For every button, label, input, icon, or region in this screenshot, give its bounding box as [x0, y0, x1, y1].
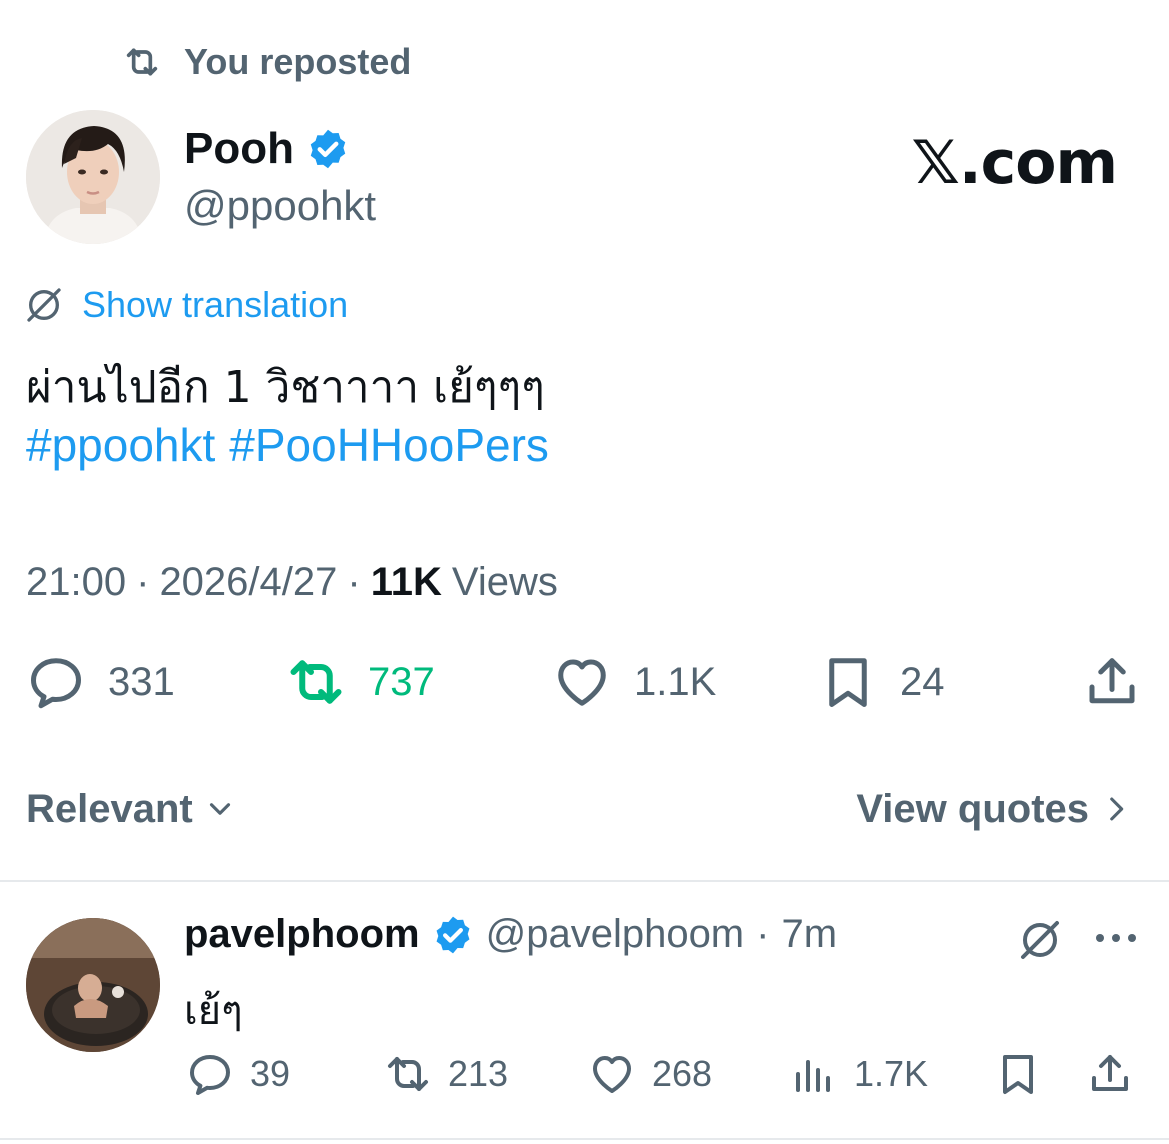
section-divider	[0, 880, 1169, 882]
relevant-sort-label[interactable]: Relevant	[26, 787, 193, 832]
reply-author-avatar[interactable]	[26, 918, 160, 1052]
tweet-detail-page: You reposted Pooh @ppoohkt 𝕏.com Show tr…	[0, 0, 1169, 1144]
separator: ·	[347, 560, 361, 604]
view-quotes-link[interactable]: View quotes	[856, 787, 1133, 832]
author-handle[interactable]: @ppoohkt	[184, 182, 376, 230]
reply-icon	[31, 658, 81, 709]
analytics-icon	[796, 1060, 830, 1092]
separator: ·	[756, 912, 770, 956]
repost-button[interactable]: 737	[286, 652, 435, 712]
reply-reply-count: 39	[250, 1053, 291, 1094]
translate-icon[interactable]	[1016, 916, 1064, 964]
tweet-text: ผ่านไปอีก 1 วิชาาาา เย้ๆๆๆ	[26, 362, 545, 413]
reply-button[interactable]: 331	[26, 652, 175, 712]
share-icon	[1089, 658, 1135, 704]
repost-banner-label: You reposted	[184, 41, 412, 82]
reply-repost-count: 213	[448, 1053, 509, 1094]
repost-count: 737	[368, 659, 435, 704]
reply-count: 331	[108, 659, 175, 704]
chevron-down-icon	[209, 803, 230, 815]
like-button[interactable]: 1.1K	[552, 652, 716, 712]
reply-divider	[0, 1138, 1169, 1140]
repost-icon	[290, 660, 342, 704]
reply-repost-button[interactable]: 213	[384, 1050, 508, 1098]
share-button[interactable]	[1082, 652, 1142, 712]
reply-like-button[interactable]: 268	[588, 1050, 712, 1098]
more-options-icon[interactable]	[1092, 930, 1140, 946]
show-translation-label[interactable]: Show translation	[82, 284, 348, 326]
bookmark-icon	[829, 658, 867, 707]
show-translation-link[interactable]: Show translation	[24, 284, 348, 326]
reply-like-count: 268	[652, 1053, 713, 1094]
author-name[interactable]: Pooh	[184, 124, 350, 174]
hashtag-link[interactable]: #ppoohkt	[26, 418, 215, 472]
author-name-text[interactable]: Pooh	[184, 124, 294, 174]
separator: ·	[136, 560, 150, 604]
verified-badge-icon	[310, 129, 346, 169]
view-quotes-label[interactable]: View quotes	[856, 787, 1089, 832]
tweet-meta: 21:00 · 2026/4/27 · 11K Views	[26, 560, 558, 605]
reply-views-count: 1.7K	[854, 1053, 929, 1094]
repost-icon	[126, 48, 158, 76]
tweet-date[interactable]: 2026/4/27	[159, 560, 337, 605]
reply-views-button[interactable]: 1.7K	[790, 1050, 928, 1098]
reply-time[interactable]: 7m	[781, 912, 837, 957]
reply-bookmark-button[interactable]	[994, 1050, 1042, 1098]
x-com-logo: 𝕏.com	[911, 128, 1118, 198]
relevant-sort-dropdown[interactable]: Relevant	[26, 787, 237, 832]
verified-badge-icon	[436, 916, 470, 953]
reply-icon	[190, 1055, 230, 1095]
hashtag-link[interactable]: #PooHHooPers	[229, 418, 549, 472]
reply-action-bar: 39 213 268 1.7K	[0, 1050, 1169, 1106]
reply-author-name[interactable]: pavelphoom	[184, 912, 420, 957]
views-count: 11K	[370, 560, 442, 604]
repost-icon	[388, 1057, 428, 1091]
reply-sort-row: Relevant View quotes	[26, 784, 1133, 834]
reply-reply-button[interactable]: 39	[186, 1050, 290, 1098]
translate-icon	[27, 288, 61, 322]
heart-icon	[558, 659, 606, 706]
reply-share-button[interactable]	[1086, 1050, 1134, 1098]
reply-author-handle[interactable]: @pavelphoom	[486, 912, 745, 957]
tweet-action-bar: 331 737 1.1K 24	[0, 652, 1169, 722]
like-count: 1.1K	[634, 659, 717, 704]
hashtags: #ppoohkt #PooHHooPers	[26, 418, 549, 472]
views-label: Views	[451, 560, 558, 604]
share-icon	[1092, 1055, 1128, 1091]
tweet-time[interactable]: 21:00	[26, 560, 126, 605]
repost-banner: You reposted	[118, 40, 411, 84]
bookmark-button[interactable]: 24	[818, 652, 945, 712]
reply-text: เย้ๆ	[184, 988, 243, 1034]
author-avatar[interactable]	[26, 110, 160, 244]
heart-icon	[593, 1056, 631, 1093]
bookmark-icon	[1003, 1055, 1033, 1094]
bookmark-count: 24	[900, 659, 945, 704]
reply-header: pavelphoom @pavelphoom · 7m	[184, 912, 837, 957]
chevron-right-icon	[1110, 797, 1124, 821]
